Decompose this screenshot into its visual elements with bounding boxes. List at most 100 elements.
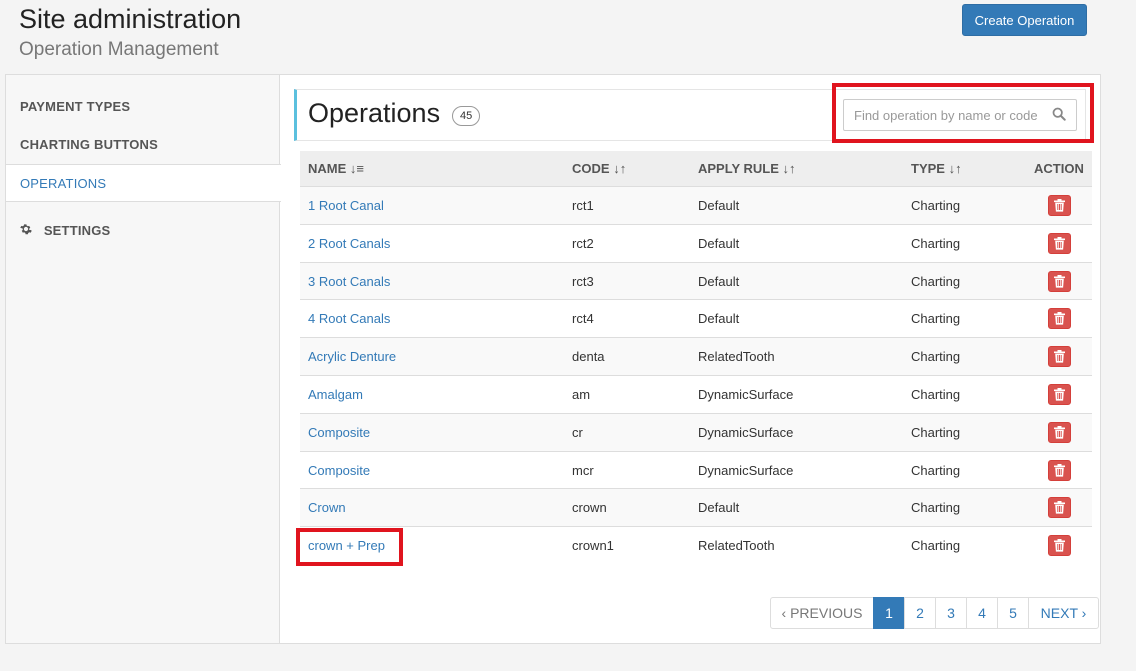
sort-ascending-icon: ↓≡ [349,161,364,176]
sidebar-item-label: SETTINGS [43,223,111,238]
sidebar-item-label: PAYMENT TYPES [20,99,131,114]
admin-panel: PAYMENT TYPES CHARTING BUTTONS OPERATION… [5,74,1101,644]
operation-rule-cell: Default [698,311,740,327]
pagination-previous[interactable]: ‹ PREVIOUS [770,597,874,629]
sidebar-item-payment-types[interactable]: PAYMENT TYPES [6,88,280,126]
sidebar-item-settings[interactable]: SETTINGS [6,212,280,250]
table-row: 3 Root Canals rct3 Default Charting [300,261,1092,300]
sidebar-item-operations[interactable]: OPERATIONS [6,164,281,202]
operation-code-cell: am [572,387,591,402]
table-row: Composite mcr DynamicSurface Charting [300,450,1092,489]
operation-name-link[interactable]: Amalgam [308,387,363,402]
operation-code-cell: rct1 [572,198,594,213]
delete-button[interactable] [1048,270,1071,292]
pagination: ‹ PREVIOUS 1 2 3 4 5 NEXT › [770,597,1099,629]
column-header-type[interactable]: TYPE ↓↑ [911,151,962,186]
operation-name-link[interactable]: 4 Root Canals [308,311,390,326]
delete-button[interactable] [1048,346,1071,368]
table-row: crown + Prep crown1 RelatedTooth Charting [296,526,1092,567]
delete-button[interactable] [1048,421,1071,443]
operation-code-cell: denta [572,349,605,365]
sort-icon: ↓↑ [613,161,627,176]
chevron-right-icon: › [1081,605,1087,621]
operation-code-cell: rct3 [572,273,594,289]
operation-type-cell: Charting [911,424,961,440]
operation-name-cell: Amalgam [308,376,363,413]
page-header: Site administration Operation Management… [0,0,1136,74]
name-highlight-box [296,528,403,567]
operations-count-badge: 45 [452,106,481,126]
operation-type-cell: Charting [911,500,961,516]
delete-button[interactable] [1048,459,1071,481]
sidebar-item-label: CHARTING BUTTONS [20,137,159,152]
operation-type-cell: Charting [911,235,961,251]
operation-code-cell: rct4 [572,311,594,327]
operation-rule-cell: RelatedTooth [698,538,775,554]
column-header-code[interactable]: CODE ↓↑ [572,151,626,186]
operation-rule-cell: DynamicSurface [698,424,794,440]
page-title: Site administration [19,4,242,34]
delete-button[interactable] [1048,232,1071,254]
operation-rule-cell: Default [698,235,740,251]
operation-name-link[interactable]: Acrylic Denture [308,349,396,364]
operation-type-cell: Charting [911,311,961,327]
operation-name-cell: Composite [308,452,370,489]
gear-icon [20,212,32,250]
operation-name-link[interactable]: 2 Root Canals [308,236,390,251]
operation-name-link[interactable]: Composite [308,463,370,478]
operation-code-cell: mcr [572,462,594,478]
search-highlight-box [832,83,1094,143]
chevron-left-icon: ‹ [781,605,787,621]
operation-type-cell: Charting [911,462,961,478]
column-header-action: ACTION [1034,161,1084,176]
operations-title: Operations [308,98,441,128]
operation-type-cell: Charting [911,387,961,402]
table-row: 1 Root Canal rct1 Default Charting [300,186,1092,224]
operation-name-cell: Crown [308,489,346,526]
table-header-row: NAME ↓≡ CODE ↓↑ APPLY RULE ↓↑ TYPE ↓↑ AC… [300,151,1092,186]
operation-name-cell: 3 Root Canals [308,263,390,300]
sidebar-item-label: OPERATIONS [20,176,107,191]
pagination-page-3[interactable]: 3 [935,597,967,629]
operation-type-cell: Charting [911,198,961,213]
sidebar-item-charting-buttons[interactable]: CHARTING BUTTONS [6,126,280,164]
table-row: Acrylic Denture denta RelatedTooth Charting [300,337,1092,376]
pagination-next[interactable]: NEXT › [1028,597,1099,629]
operation-name-cell: 1 Root Canal [308,187,384,224]
operation-rule-cell: DynamicSurface [698,387,794,402]
operation-rule-cell: RelatedTooth [698,349,775,365]
operation-name-cell: 4 Root Canals [308,300,390,337]
operation-name-link[interactable]: 3 Root Canals [308,274,390,289]
delete-button[interactable] [1048,308,1071,330]
operation-rule-cell: Default [698,500,740,516]
operation-type-cell: Charting [911,349,961,365]
delete-button[interactable] [1048,497,1071,519]
sort-icon: ↓↑ [948,161,962,176]
operation-code-cell: crown [572,500,607,516]
operation-type-cell: Charting [911,273,961,289]
table-row: Crown crown Default Charting [300,488,1092,527]
operation-name-link[interactable]: Crown [308,500,346,515]
delete-button[interactable] [1048,384,1071,405]
table-row: Amalgam am DynamicSurface Charting [300,375,1092,413]
table-row: Composite cr DynamicSurface Charting [300,412,1092,451]
table-row: 2 Root Canals rct2 Default Charting [300,223,1092,262]
pagination-page-1[interactable]: 1 [873,597,905,629]
column-header-name[interactable]: NAME ↓≡ [308,151,364,186]
delete-button[interactable] [1048,195,1071,216]
column-header-apply-rule[interactable]: APPLY RULE ↓↑ [698,151,796,186]
operation-rule-cell: Default [698,198,740,213]
create-operation-button[interactable]: Create Operation [962,4,1087,36]
pagination-page-2[interactable]: 2 [904,597,936,629]
operation-name-cell: Composite [308,414,370,451]
delete-button[interactable] [1048,535,1071,557]
table-row: 4 Root Canals rct4 Default Charting [300,299,1092,337]
operation-name-cell: Acrylic Denture [308,338,396,375]
operation-name-link[interactable]: Composite [308,425,370,440]
pagination-page-5[interactable]: 5 [997,597,1029,629]
operation-code-cell: cr [572,424,583,440]
operation-name-link[interactable]: 1 Root Canal [308,198,384,213]
pagination-page-4[interactable]: 4 [966,597,998,629]
operation-rule-cell: Default [698,273,740,289]
sort-icon: ↓↑ [782,161,796,176]
